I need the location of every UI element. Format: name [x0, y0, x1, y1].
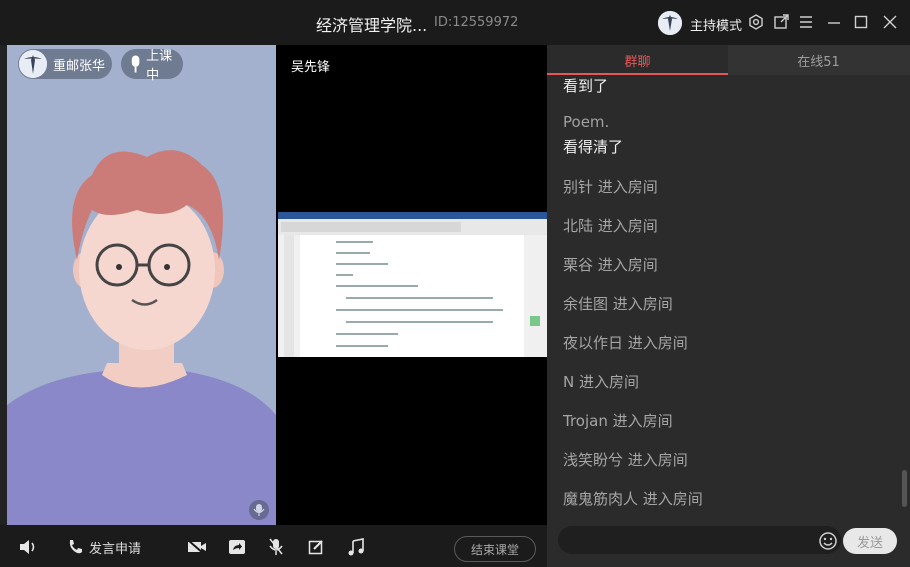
- join-notice: 栗谷 进入房间: [563, 256, 658, 274]
- join-notice: Trojan 进入房间: [563, 412, 673, 430]
- teacher-name-badge: 重邮张华: [18, 49, 112, 79]
- host-avatar: [658, 11, 682, 35]
- join-notice: 余佳图 进入房间: [563, 295, 673, 313]
- send-button[interactable]: 发送: [843, 528, 897, 554]
- classroom-app: 经济管理学院... ID:12559972 主持模式 重邮张华 上课中 吴先锋 …: [0, 0, 910, 567]
- hamburger-icon[interactable]: [796, 12, 816, 32]
- chat-scrollbar[interactable]: [902, 470, 907, 507]
- mic-off-icon[interactable]: [268, 537, 284, 557]
- gear-icon[interactable]: [746, 12, 766, 32]
- chat-panel: 群聊 在线51 看到了 Poem. 看得清了 别针 进入房间 北陆 进入房间 栗…: [547, 45, 910, 567]
- music-icon[interactable]: [347, 537, 365, 557]
- share-screen-icon[interactable]: [228, 537, 246, 557]
- maximize-icon[interactable]: [851, 12, 871, 32]
- teacher-name: 重邮张华: [53, 58, 106, 74]
- tab-online-users[interactable]: 在线51: [728, 45, 909, 75]
- popout-icon[interactable]: [771, 12, 791, 32]
- room-id: ID:12559972: [434, 15, 519, 30]
- camera-off-icon[interactable]: [187, 537, 207, 557]
- join-notice: 夜以作日 进入房间: [563, 334, 688, 352]
- teacher-illustration: [7, 45, 276, 525]
- class-status-badge: 上课中: [121, 49, 183, 83]
- join-notice: 北陆 进入房间: [563, 217, 658, 235]
- title-bar: 经济管理学院... ID:12559972 主持模式: [0, 0, 910, 45]
- window-title: 经济管理学院...: [316, 16, 428, 35]
- host-mode-label[interactable]: 主持模式: [690, 15, 742, 34]
- chat-message-list: 看到了 Poem. 看得清了 别针 进入房间 北陆 进入房间 栗谷 进入房间 余…: [547, 75, 903, 521]
- join-notice: N 进入房间: [563, 373, 639, 391]
- join-notice: 浅笑盼兮 进入房间: [563, 451, 688, 469]
- chat-input[interactable]: [558, 526, 841, 554]
- speaker-icon[interactable]: [18, 537, 38, 557]
- speak-request-button[interactable]: 发言申请: [67, 537, 141, 557]
- end-class-button[interactable]: 结束课堂: [454, 536, 536, 562]
- teacher-video: 重邮张华 上课中: [7, 45, 276, 525]
- tab-group-chat[interactable]: 群聊: [547, 45, 728, 75]
- shared-screen-video: 吴先锋: [276, 45, 547, 525]
- join-notice: 别针 进入房间: [563, 178, 658, 196]
- close-icon[interactable]: [880, 12, 900, 32]
- class-status: 上课中: [146, 49, 173, 83]
- chat-message: 看到了: [563, 77, 609, 95]
- chat-tabs: 群聊 在线51: [547, 45, 910, 75]
- mic-muted-icon[interactable]: [249, 500, 269, 520]
- teacher-avatar: [19, 50, 47, 78]
- chat-message: 看得清了: [563, 138, 624, 156]
- mic-icon: [131, 55, 140, 73]
- join-notice: 魔鬼筋肉人 进入房间: [563, 490, 703, 508]
- speak-request-label: 发言申请: [89, 541, 142, 557]
- edit-icon[interactable]: [308, 537, 324, 557]
- minimize-icon[interactable]: [824, 12, 844, 32]
- emoji-icon[interactable]: [818, 531, 838, 551]
- bottom-toolbar: 发言申请 结束课堂: [0, 525, 547, 567]
- shared-document-preview: [278, 212, 547, 357]
- phone-icon: [69, 540, 82, 554]
- presenter-name: 吴先锋: [291, 60, 331, 75]
- chat-sender: Poem.: [563, 113, 610, 131]
